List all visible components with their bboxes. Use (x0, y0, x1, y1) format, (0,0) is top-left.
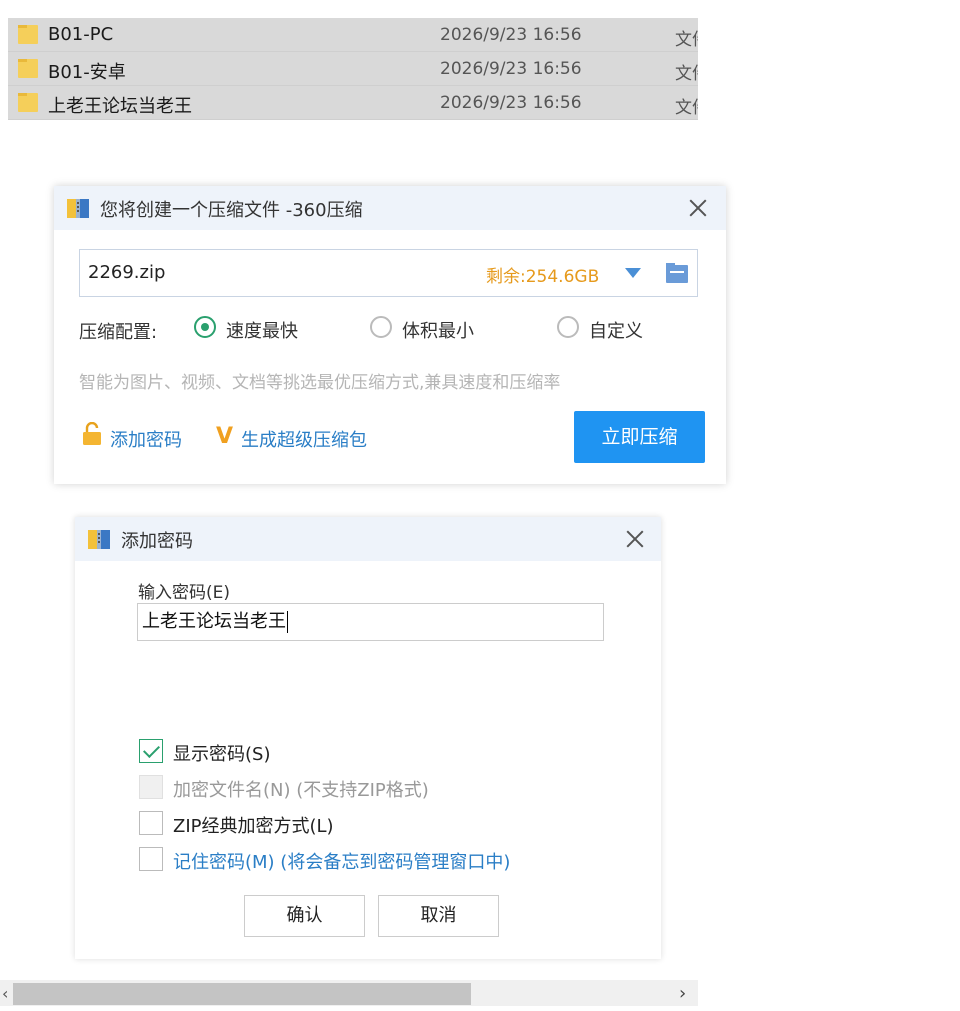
compress-dialog-title: 您将创建一个压缩文件 -360压缩 (100, 200, 363, 221)
close-icon[interactable] (684, 194, 712, 222)
password-input[interactable]: 上老王论坛当老王 (137, 603, 604, 641)
password-input-label: 输入密码(E) (138, 583, 231, 603)
scroll-left-icon[interactable]: ‹ (2, 984, 8, 1003)
horizontal-scrollbar[interactable]: ‹ › (0, 980, 698, 1006)
checkbox-box[interactable] (139, 739, 163, 763)
file-type: 文件夹 (675, 30, 698, 50)
password-dialog-titlebar[interactable]: 添加密码 (75, 517, 661, 561)
checkbox-box[interactable] (139, 847, 163, 871)
file-type: 文件夹 (675, 64, 698, 84)
text-caret (287, 611, 288, 633)
file-list: B01-PC 2026/9/23 16:56 文件夹 B01-安卓 2026/9… (8, 18, 698, 120)
folder-icon (18, 59, 38, 78)
file-name: 上老王论坛当老王 (48, 96, 192, 117)
close-icon[interactable] (621, 525, 649, 553)
radio-circle[interactable] (557, 316, 579, 338)
password-dialog-title: 添加密码 (121, 531, 193, 552)
file-date: 2026/9/23 16:56 (440, 93, 582, 113)
file-name: B01-安卓 (48, 62, 126, 83)
super-pack-link[interactable]: V 生成超级压缩包 (216, 424, 367, 452)
compress-hint-text: 智能为图片、视频、文档等挑选最优压缩方式,兼具速度和压缩率 (79, 373, 561, 393)
password-value[interactable]: 上老王论坛当老王 (142, 611, 286, 632)
compress-dialog: 您将创建一个压缩文件 -360压缩 2269.zip 剩余:254.6GB 压缩… (54, 186, 726, 484)
radio-label: 体积最小 (402, 321, 474, 342)
password-dialog: 添加密码 输入密码(E) 上老王论坛当老王 显示密码(S) 加密文件名(N) (… (75, 517, 661, 959)
checkbox-box (139, 775, 163, 799)
confirm-button[interactable]: 确认 (244, 895, 365, 937)
file-row[interactable]: B01-PC 2026/9/23 16:56 文件夹 (8, 18, 698, 52)
checkbox-label: 记住密码(M) (将会备忘到密码管理窗口中) (173, 852, 511, 873)
add-password-link[interactable]: 添加密码 (82, 422, 182, 452)
vip-v-icon: V (216, 424, 234, 449)
compress-config-label: 压缩配置: (79, 322, 158, 343)
radio-label: 速度最快 (226, 321, 298, 342)
compress-dialog-titlebar[interactable]: 您将创建一个压缩文件 -360压缩 (54, 186, 726, 230)
radio-circle[interactable] (370, 316, 392, 338)
checkbox-label: ZIP经典加密方式(L) (173, 816, 334, 837)
filename-field[interactable]: 2269.zip 剩余:254.6GB (79, 249, 698, 297)
folder-browse-icon[interactable] (666, 263, 688, 283)
radio-circle[interactable] (194, 316, 216, 338)
360-zip-icon (67, 199, 89, 218)
360-zip-icon (88, 530, 110, 549)
scroll-right-icon[interactable]: › (679, 983, 686, 1004)
radio-label: 自定义 (589, 321, 643, 342)
add-password-label[interactable]: 添加密码 (110, 430, 182, 451)
file-name: B01-PC (48, 24, 114, 45)
filename-value[interactable]: 2269.zip (88, 262, 165, 283)
file-row[interactable]: 上老王论坛当老王 2026/9/23 16:56 文件夹 (8, 86, 698, 120)
checkbox-label: 显示密码(S) (173, 744, 271, 765)
file-date: 2026/9/23 16:56 (440, 25, 582, 45)
free-space-label: 剩余:254.6GB (486, 267, 600, 287)
checkbox-box[interactable] (139, 811, 163, 835)
scrollbar-thumb[interactable] (13, 983, 471, 1005)
folder-icon (18, 25, 38, 44)
chevron-down-icon[interactable] (625, 268, 641, 278)
cancel-button[interactable]: 取消 (378, 895, 499, 937)
folder-icon (18, 93, 38, 112)
lock-icon (83, 422, 101, 445)
file-row[interactable]: B01-安卓 2026/9/23 16:56 文件夹 (8, 52, 698, 86)
checkbox-label: 加密文件名(N) (不支持ZIP格式) (173, 780, 429, 801)
file-type: 文件夹 (675, 98, 698, 118)
compress-now-button[interactable]: 立即压缩 (574, 411, 705, 463)
super-pack-label[interactable]: 生成超级压缩包 (241, 430, 367, 451)
file-date: 2026/9/23 16:56 (440, 59, 582, 79)
